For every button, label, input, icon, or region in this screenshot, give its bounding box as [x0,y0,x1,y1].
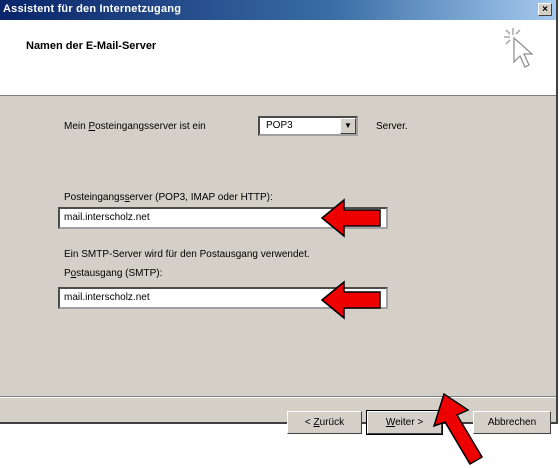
annotation-arrow-incoming-icon [320,198,381,238]
back-button[interactable]: < Zurück [287,411,362,434]
window-title: Assistent für den Internetzugang [3,3,182,15]
incoming-type-label: Mein Posteingangsserver ist ein [64,121,206,132]
smtp-note: Ein SMTP-Server wird für den Postausgang… [64,249,310,260]
server-type-select[interactable]: POP3 ▼ [258,116,358,136]
incoming-server-label: Posteingangsserver (POP3, IMAP oder HTTP… [64,192,273,203]
server-type-value: POP3 [266,120,293,131]
outgoing-server-label: Postausgang (SMTP): [64,268,163,279]
wizard-window: Assistent für den Internetzugang × Namen… [0,0,558,435]
wizard-cursor-icon [504,28,534,68]
wizard-header: Namen der E-Mail-Server [0,20,556,96]
title-bar[interactable]: Assistent für den Internetzugang × [0,0,556,20]
chevron-down-icon[interactable]: ▼ [340,118,356,134]
annotation-arrow-next-icon [432,392,484,466]
next-button[interactable]: Weiter > [366,410,443,435]
server-suffix: Server. [376,121,408,132]
close-button[interactable]: × [538,3,552,16]
annotation-arrow-outgoing-icon [320,280,381,320]
page-title: Namen der E-Mail-Server [26,40,157,52]
